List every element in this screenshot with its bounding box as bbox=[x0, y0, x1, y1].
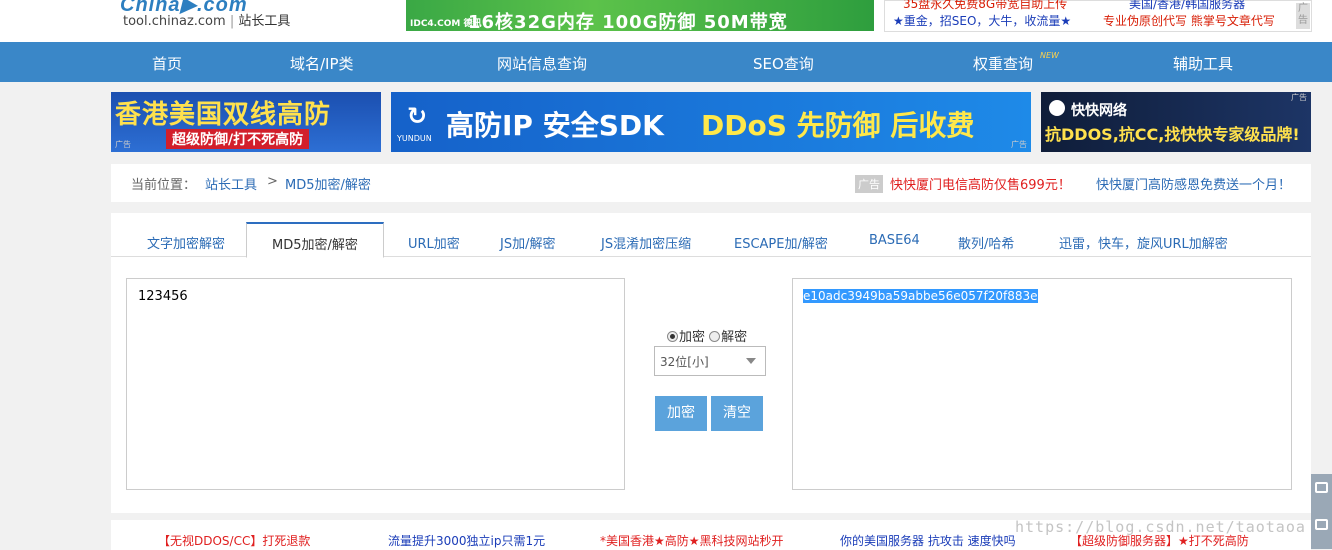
clear-button[interactable]: 清空 bbox=[711, 396, 763, 431]
ad-mark: 广告 bbox=[1011, 140, 1027, 149]
ad-mark: 广告 bbox=[1291, 93, 1307, 102]
ad-right-text: 抗DDOS,抗CC,找快快专家级品牌! bbox=[1045, 125, 1300, 144]
banner-text: 16核32G内存 100G防御 50M带宽 bbox=[468, 12, 788, 31]
site-url[interactable]: tool.chinaz.com bbox=[123, 14, 226, 29]
promo-link[interactable]: 快快厦门电信高防仅售699元！ bbox=[890, 174, 1071, 193]
nav-item-weight[interactable]: 权重查询 bbox=[973, 53, 1033, 74]
top-banner-ad[interactable]: IDC4.COM 德讯 16核32G内存 100G防御 50M带宽 bbox=[406, 0, 874, 31]
site-header: China▶.com tool.chinaz.com | 站长工具 IDC4.C… bbox=[0, 0, 1332, 42]
tab-base64[interactable]: BASE64 bbox=[869, 233, 920, 248]
header-ad-link[interactable]: 专业伪原创代写 熊掌号文章代写 bbox=[1103, 12, 1275, 29]
side-toolbar bbox=[1311, 474, 1332, 549]
new-badge: NEW bbox=[1040, 51, 1059, 60]
output-textarea[interactable]: e10adc3949ba59abbe56e057f20f883e bbox=[792, 278, 1292, 490]
tab-text-encrypt[interactable]: 文字加密解密 bbox=[147, 233, 225, 252]
encrypt-radio-label[interactable]: 加密 bbox=[679, 330, 705, 345]
ad-right-brand: 快快网络 bbox=[1071, 103, 1127, 119]
share-icon[interactable] bbox=[1315, 519, 1328, 530]
tab-md5[interactable]: MD5加密/解密 bbox=[246, 222, 384, 258]
bit-length-select[interactable]: 32位[小] bbox=[654, 346, 766, 376]
ad-banner-right[interactable]: 快快网络 抗DDOS,抗CC,找快快专家级品牌! 广告 bbox=[1041, 92, 1311, 152]
main-nav: 首页 域名/IP类 网站信息查询 SEO查询 权重查询 辅助工具 bbox=[0, 42, 1332, 82]
bit-length-value: 32位[小] bbox=[660, 355, 709, 369]
breadcrumb: 当前位置： 站长工具 > MD5加密/解密 广告 快快厦门电信高防仅售699元！… bbox=[111, 164, 1311, 202]
feedback-icon[interactable] bbox=[1315, 482, 1328, 493]
tab-js-encrypt[interactable]: JS加/解密 bbox=[500, 233, 555, 252]
ad-center-logo-text: YUNDUN bbox=[397, 134, 432, 143]
encrypt-radio[interactable] bbox=[667, 331, 678, 342]
mode-radio-group: 加密 解密 bbox=[667, 326, 747, 345]
input-textarea[interactable]: 123456 bbox=[126, 278, 625, 490]
header-ad-link[interactable]: 35盘永久免费8G带宽自助上传 bbox=[903, 0, 1067, 12]
breadcrumb-prefix: 当前位置： bbox=[131, 178, 197, 193]
site-identity: tool.chinaz.com | 站长工具 bbox=[123, 14, 291, 29]
breadcrumb-home[interactable]: 站长工具 bbox=[205, 174, 257, 193]
tab-escape[interactable]: ESCAPE加/解密 bbox=[734, 233, 828, 252]
encrypt-button[interactable]: 加密 bbox=[655, 396, 707, 431]
header-ad-links: 35盘永久免费8G带宽自助上传 美国/香港/韩国服务器 ★重金，招SEO，大牛，… bbox=[884, 0, 1312, 32]
ad-center-text1: 高防IP 安全SDK bbox=[446, 109, 664, 142]
footer-link[interactable]: *美国香港★高防★黑科技网站秒开 bbox=[600, 532, 784, 549]
decrypt-radio-label[interactable]: 解密 bbox=[721, 330, 747, 345]
footer-link[interactable]: 【无视DDOS/CC】打死退款 bbox=[158, 532, 310, 549]
tool-tabs: 文字加密解密 MD5加密/解密 URL加密 JS加/解密 JS混淆加密压缩 ES… bbox=[111, 213, 1311, 258]
chevron-down-icon bbox=[746, 358, 756, 364]
decrypt-radio[interactable] bbox=[709, 331, 721, 342]
ad-mark: 广告 bbox=[115, 140, 131, 149]
footer-link[interactable]: 你的美国服务器 抗攻击 速度快吗 bbox=[840, 532, 1016, 549]
footer-link[interactable]: 流量提升3000独立ip只需1元 bbox=[388, 532, 545, 549]
watermark: https://blog.csdn.net/taotaoa bbox=[1015, 518, 1306, 536]
ad-left-title: 香港美国双线高防 bbox=[115, 100, 332, 130]
nav-item-site-info[interactable]: 网站信息查询 bbox=[497, 53, 587, 74]
site-name[interactable]: 站长工具 bbox=[238, 14, 290, 29]
breadcrumb-separator: > bbox=[267, 174, 278, 189]
ad-tag: 广告 bbox=[855, 175, 883, 193]
md5-tool-panel: 文字加密解密 MD5加密/解密 URL加密 JS加/解密 JS混淆加密压缩 ES… bbox=[111, 213, 1311, 513]
tab-url-encrypt[interactable]: URL加密 bbox=[408, 233, 460, 252]
ad-tag: 广告 bbox=[1296, 3, 1310, 29]
header-ad-link[interactable]: ★重金，招SEO，大牛，收流量★ bbox=[893, 12, 1071, 29]
nav-item-home[interactable]: 首页 bbox=[152, 53, 182, 74]
yundun-logo-icon: ↻ bbox=[406, 102, 428, 130]
tab-thunder-url[interactable]: 迅雷，快车，旋风URL加解密 bbox=[1059, 233, 1228, 252]
nav-item-domain-ip[interactable]: 域名/IP类 bbox=[290, 53, 354, 74]
header-ad-link[interactable]: 美国/香港/韩国服务器 bbox=[1129, 0, 1245, 12]
kuaikuai-logo-icon bbox=[1049, 100, 1065, 116]
ad-center-text2: DDoS 先防御 后收费 bbox=[701, 109, 975, 142]
ad-left-sub: 超级防御/打不死高防 bbox=[166, 129, 310, 149]
tab-js-obfuscate[interactable]: JS混淆加密压缩 bbox=[601, 233, 691, 252]
tab-hash[interactable]: 散列/哈希 bbox=[958, 233, 1014, 252]
promo-link[interactable]: 快快厦门高防感恩免费送一个月！ bbox=[1096, 174, 1291, 193]
output-hash[interactable]: e10adc3949ba59abbe56e057f20f883e bbox=[803, 289, 1038, 303]
nav-item-tools[interactable]: 辅助工具 bbox=[1173, 53, 1233, 74]
nav-item-seo[interactable]: SEO查询 bbox=[753, 53, 814, 74]
breadcrumb-current[interactable]: MD5加密/解密 bbox=[285, 174, 371, 193]
ad-banner-left[interactable]: 香港美国双线高防 超级防御/打不死高防 广告 bbox=[111, 92, 381, 152]
ad-banner-center[interactable]: ↻ YUNDUN 高防IP 安全SDK DDoS 先防御 后收费 广告 bbox=[391, 92, 1031, 152]
